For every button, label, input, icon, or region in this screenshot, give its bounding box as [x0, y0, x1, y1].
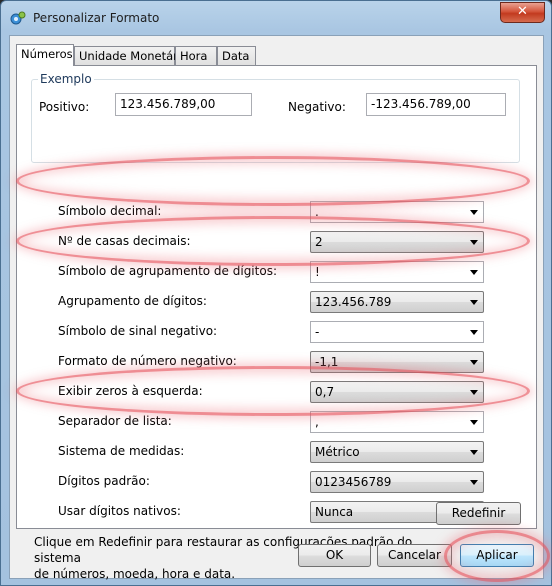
- dropdown-arrow-icon[interactable]: [470, 210, 478, 215]
- measurement-system-label: Sistema de medidas:: [58, 444, 185, 458]
- native-digits-label: Usar dígitos nativos:: [58, 504, 181, 518]
- digit-grouping-symbol-value: !: [315, 265, 320, 279]
- apply-button[interactable]: Aplicar: [460, 544, 534, 567]
- negative-sign-value: -: [315, 325, 320, 339]
- dropdown-arrow-icon[interactable]: [470, 270, 478, 275]
- close-button[interactable]: ✕: [500, 2, 545, 23]
- leading-zeros-label: Exibir zeros à esquerda:: [58, 384, 203, 398]
- decimal-symbol-combo[interactable]: .: [310, 201, 484, 223]
- tab-unidade-monetaria[interactable]: Unidade Monetária: [74, 46, 188, 65]
- measurement-system-value: Métrico: [315, 445, 360, 459]
- standard-digits-label: Dígitos padrão:: [58, 474, 150, 488]
- reset-note-line-2: de números, moeda, hora e data.: [34, 567, 236, 581]
- window-title: Personalizar Formato: [33, 11, 160, 25]
- decimal-symbol-label: Símbolo decimal:: [58, 204, 162, 218]
- negative-label: Negativo:: [288, 100, 346, 114]
- digit-grouping-symbol-combo[interactable]: !: [310, 261, 484, 283]
- cancel-button[interactable]: Cancelar: [377, 544, 452, 567]
- control-panel-icon: [10, 11, 26, 25]
- dropdown-arrow-icon[interactable]: [470, 480, 478, 485]
- dropdown-arrow-icon[interactable]: [470, 360, 478, 365]
- positive-label: Positivo:: [39, 100, 90, 114]
- digit-grouping-value: 123.456.789: [315, 295, 392, 309]
- negative-sign-combo[interactable]: -: [310, 321, 484, 343]
- dropdown-arrow-icon[interactable]: [470, 240, 478, 245]
- reset-note-line-1: Clique em Redefinir para restaurar as co…: [34, 535, 413, 565]
- measurement-system-select[interactable]: Métrico: [310, 441, 484, 463]
- tab-data[interactable]: Data: [217, 46, 256, 65]
- dialog-body: Números Unidade Monetária Hora Data Exem…: [9, 35, 544, 582]
- native-digits-value: Nunca: [315, 505, 354, 519]
- digit-grouping-select[interactable]: 123.456.789: [310, 291, 484, 313]
- reset-button[interactable]: Redefinir: [436, 502, 521, 525]
- dropdown-arrow-icon[interactable]: [470, 390, 478, 395]
- close-icon: ✕: [517, 4, 528, 19]
- standard-digits-value: 0123456789: [315, 475, 392, 489]
- tab-panel-numeros: Exemplo Positivo: 123.456.789,00 Negativ…: [16, 65, 537, 529]
- list-separator-value: ,: [315, 415, 319, 429]
- tab-hora[interactable]: Hora: [175, 46, 217, 65]
- negative-format-select[interactable]: -1,1: [310, 351, 484, 373]
- list-separator-label: Separador de lista:: [58, 414, 172, 428]
- title-bar[interactable]: Personalizar Formato ✕: [1, 1, 551, 35]
- negative-example-field: -123.456.789,00: [366, 93, 506, 116]
- digit-grouping-symbol-label: Símbolo de agrupamento de dígitos:: [58, 264, 277, 278]
- dropdown-arrow-icon[interactable]: [470, 420, 478, 425]
- leading-zeros-value: 0,7: [315, 385, 335, 399]
- decimal-places-label: Nº de casas decimais:: [58, 234, 191, 248]
- dialog-window: Personalizar Formato ✕ Números Unidade M…: [0, 0, 552, 586]
- decimal-places-select[interactable]: 2: [310, 231, 484, 253]
- negative-format-value: -1,1: [315, 355, 339, 369]
- leading-zeros-select[interactable]: 0,7: [310, 381, 484, 403]
- decimal-places-value: 2: [315, 235, 323, 249]
- example-legend: Exemplo: [38, 72, 94, 86]
- tab-numeros[interactable]: Números: [16, 44, 74, 66]
- example-group: Exemplo Positivo: 123.456.789,00 Negativ…: [31, 72, 520, 163]
- digit-grouping-label: Agrupamento de dígitos:: [58, 294, 207, 308]
- dropdown-arrow-icon[interactable]: [470, 300, 478, 305]
- negative-format-label: Formato de número negativo:: [58, 354, 237, 368]
- dropdown-arrow-icon[interactable]: [470, 330, 478, 335]
- positive-example-field: 123.456.789,00: [115, 93, 252, 116]
- dropdown-arrow-icon[interactable]: [470, 450, 478, 455]
- reset-note: Clique em Redefinir para restaurar as co…: [34, 534, 434, 582]
- negative-sign-label: Símbolo de sinal negativo:: [58, 324, 218, 338]
- decimal-symbol-value: .: [315, 205, 319, 219]
- standard-digits-select[interactable]: 0123456789: [310, 471, 484, 493]
- list-separator-combo[interactable]: ,: [310, 411, 484, 433]
- ok-button[interactable]: OK: [298, 544, 371, 567]
